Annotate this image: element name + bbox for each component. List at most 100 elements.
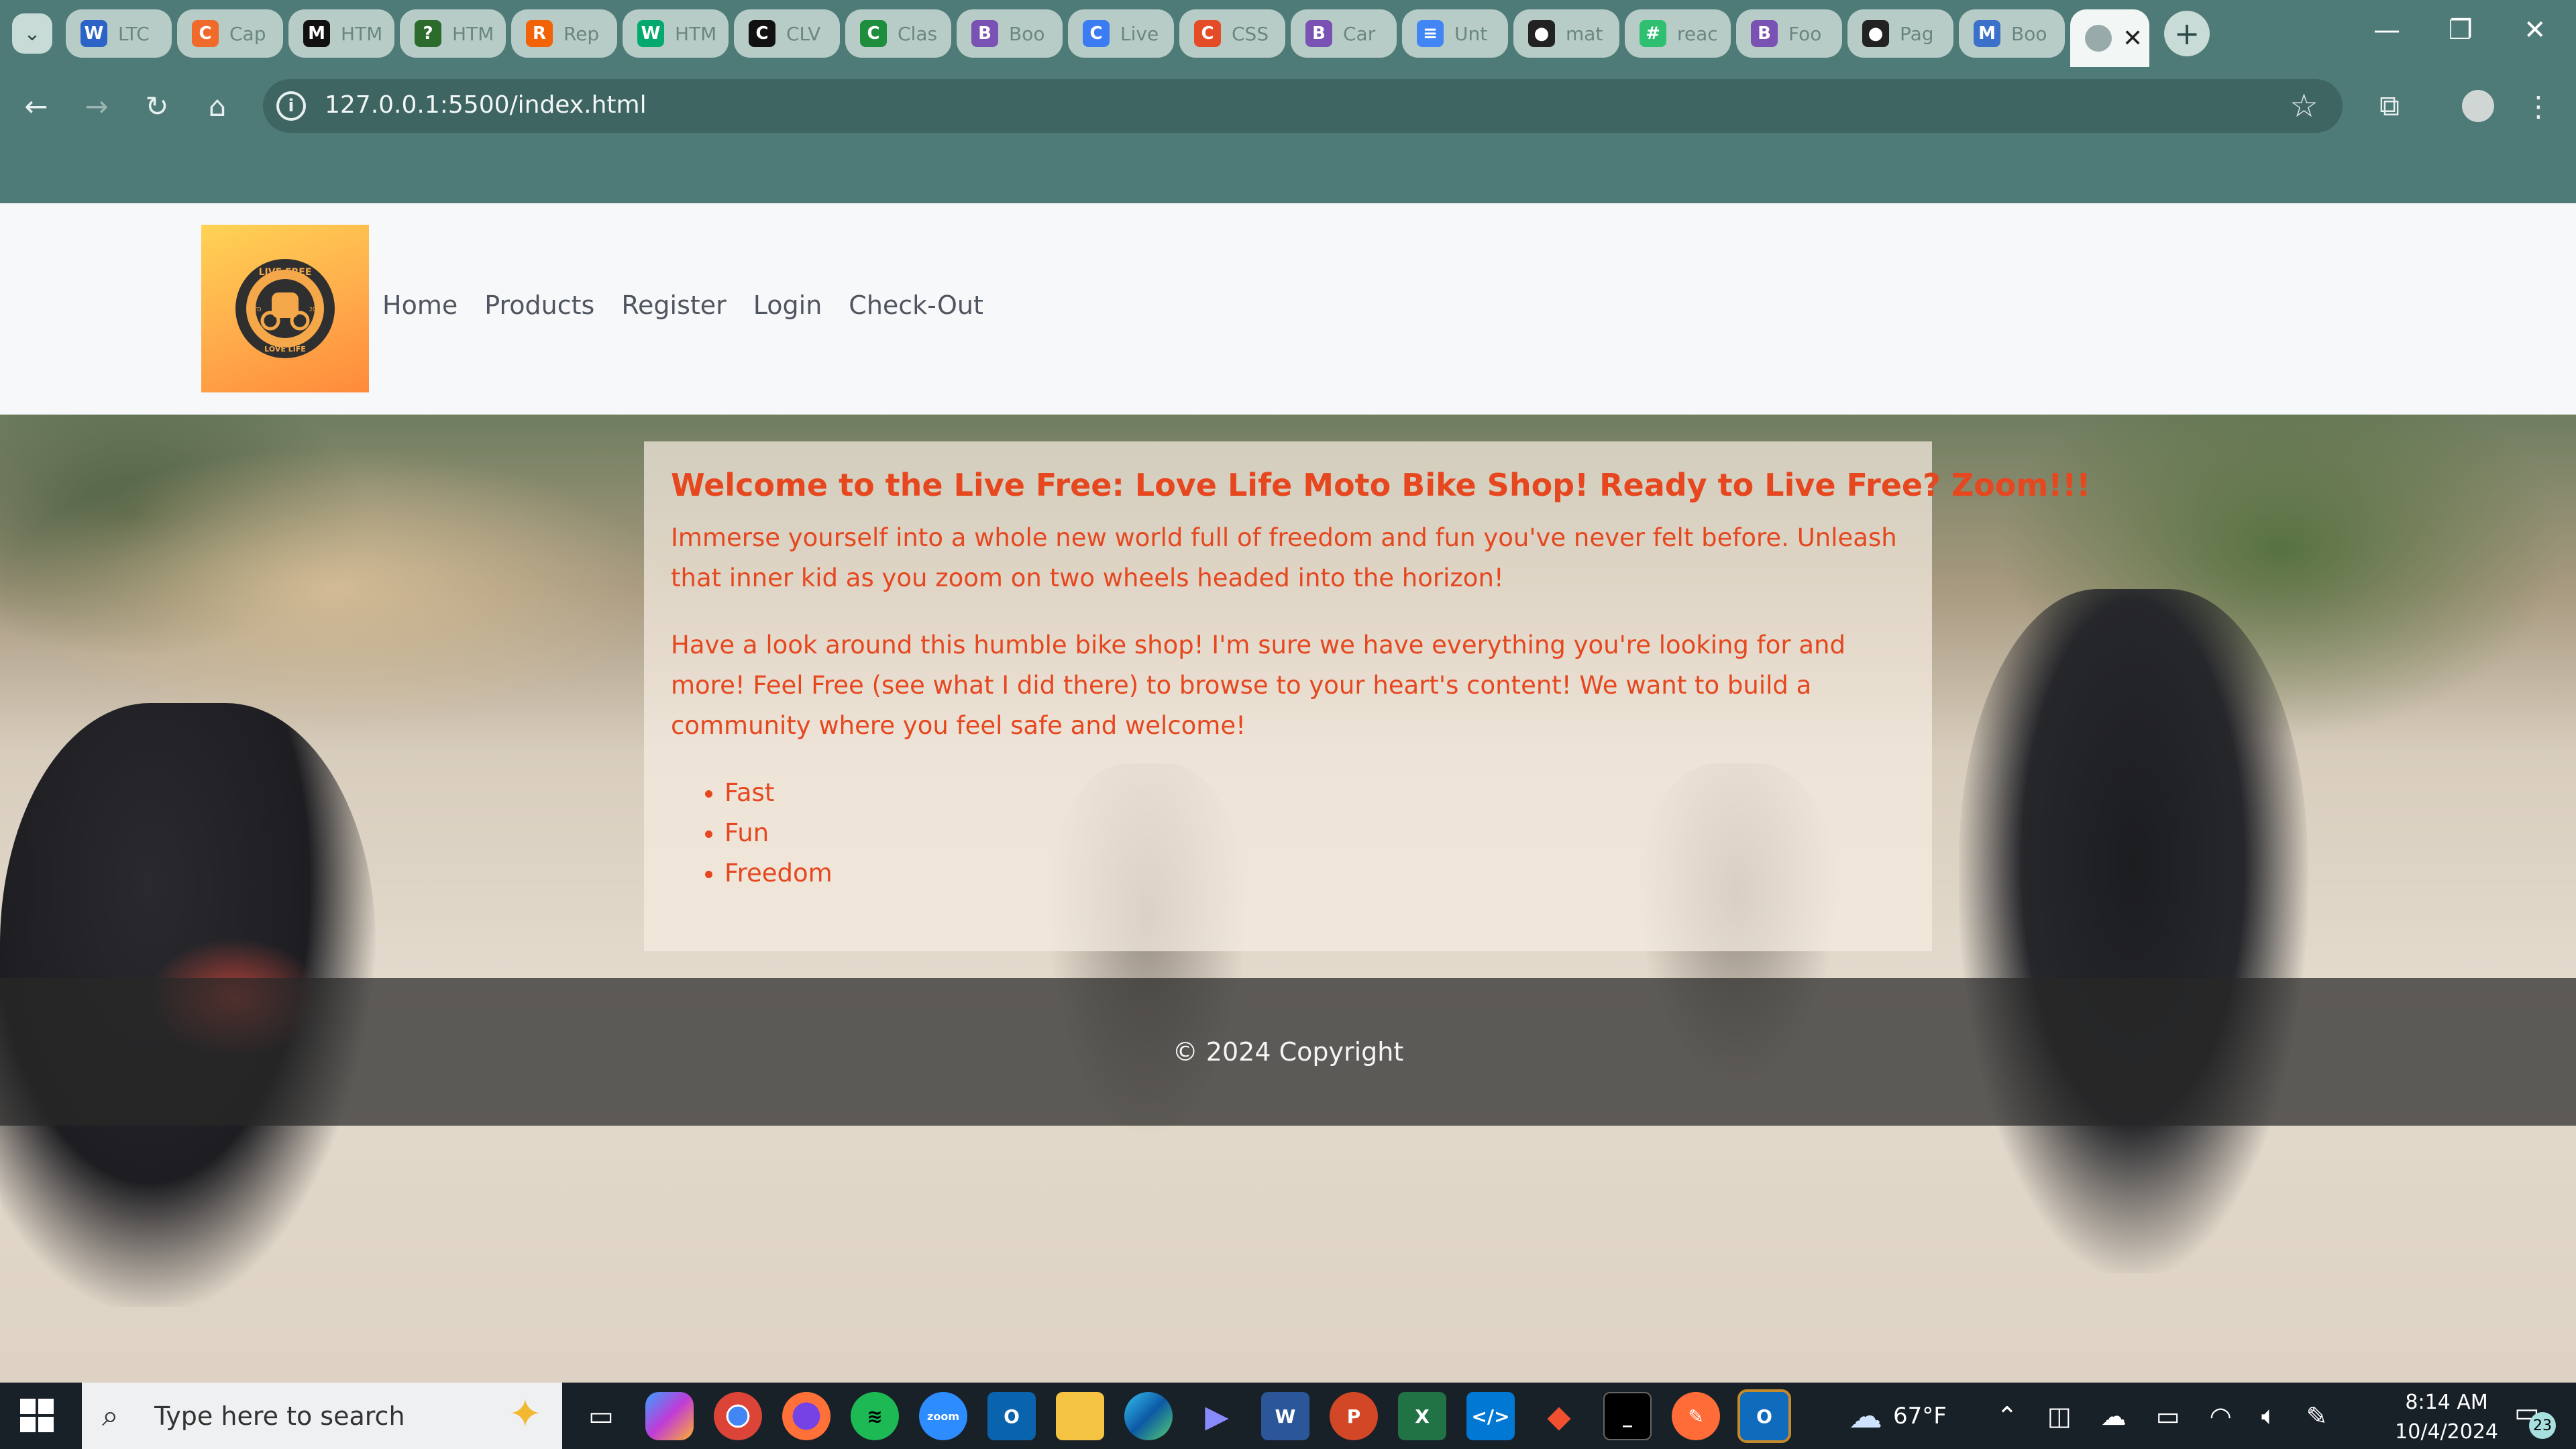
file-explorer-icon[interactable]	[1056, 1392, 1104, 1440]
welcome-card: Welcome to the Live Free: Love Life Moto…	[644, 441, 2090, 951]
media-player-icon[interactable]: ▶	[1193, 1392, 1241, 1440]
copilot-sparkle-icon[interactable]: ✦	[508, 1391, 542, 1438]
windows-start-icon[interactable]	[20, 1399, 54, 1432]
browser-tab[interactable]: ● mat	[1513, 9, 1619, 58]
address-url[interactable]: 127.0.0.1:5500/index.html	[325, 91, 647, 119]
tab-search-button[interactable]: ⌄	[12, 13, 52, 54]
browser-tab[interactable]: W LTC	[66, 9, 172, 58]
profile-avatar[interactable]	[2459, 87, 2497, 125]
postman-icon[interactable]: ✎	[1672, 1392, 1720, 1440]
browser-tab[interactable]: R Rep	[511, 9, 617, 58]
nav-checkout-link[interactable]: Check-Out	[849, 290, 983, 320]
home-button[interactable]: ⌂	[199, 87, 236, 125]
close-tab-icon[interactable]: ✕	[2123, 25, 2143, 52]
notification-center-icon[interactable]: ▭ 23	[2514, 1397, 2556, 1439]
w3schools-icon: W	[637, 20, 664, 47]
address-bar[interactable]: i 127.0.0.1:5500/index.html ☆	[263, 79, 2343, 133]
restore-icon[interactable]: ❐	[2449, 15, 2473, 46]
browser-tab[interactable]: B Boo	[957, 9, 1063, 58]
forward-button[interactable]: →	[78, 87, 115, 125]
word-icon[interactable]: W	[1261, 1392, 1309, 1440]
browser-tab[interactable]: C Clas	[845, 9, 951, 58]
nav-products-link[interactable]: Products	[484, 290, 594, 320]
outlook-icon[interactable]: O	[987, 1392, 1036, 1440]
close-window-icon[interactable]: ✕	[2524, 15, 2546, 46]
copyright-text: © 2024 Copyright	[1172, 1037, 1404, 1067]
browser-tab[interactable]: # reac	[1625, 9, 1731, 58]
list-item: Fast	[724, 773, 1905, 813]
replit-icon: R	[526, 20, 553, 47]
tab-label: mat	[1566, 22, 1603, 45]
web-page: LIVE FREE LOVE LIFE ESTD 2024 Home Produ…	[0, 203, 2576, 1383]
taskbar-search-box[interactable]: ⌕ Type here to search ✦	[82, 1383, 562, 1449]
browser-tab[interactable]: M HTM	[288, 9, 394, 58]
onedrive-icon[interactable]: ☁	[2101, 1401, 2127, 1431]
task-view-icon[interactable]: ▭	[577, 1392, 625, 1440]
browser-chrome: ⌄ W LTC C Cap M HTM? HTM R Rep W HTM C CLV C Clas B Boo C…	[0, 0, 2576, 203]
tab-label: Car	[1343, 22, 1376, 45]
browser-tab[interactable]: W HTM	[623, 9, 729, 58]
list-item: Fun	[724, 813, 1905, 853]
powerpoint-icon[interactable]: P	[1330, 1392, 1378, 1440]
edge-icon[interactable]	[1124, 1392, 1173, 1440]
classroom-icon: C	[860, 20, 887, 47]
new-tab-button[interactable]: +	[2164, 11, 2210, 56]
nav-register-link[interactable]: Register	[621, 290, 726, 320]
reload-button[interactable]: ↻	[138, 87, 176, 125]
excel-icon[interactable]: X	[1398, 1392, 1446, 1440]
terminal-icon[interactable]: _	[1603, 1392, 1652, 1440]
tab-label: Rep	[564, 22, 600, 45]
tab-label: Live	[1120, 22, 1159, 45]
browser-tab[interactable]: B Car	[1291, 9, 1397, 58]
copilot-icon[interactable]	[645, 1392, 694, 1440]
volume-icon[interactable]: 🔈︎	[2261, 1401, 2277, 1431]
nav-login-link[interactable]: Login	[753, 290, 822, 320]
extensions-icon[interactable]: ⧉	[2371, 87, 2408, 125]
back-button[interactable]: ←	[17, 87, 55, 125]
chevron-up-icon[interactable]: ⌃	[1996, 1401, 2018, 1431]
chevron-down-icon: ⌄	[23, 21, 41, 46]
cloud-icon: ☁	[1849, 1396, 1882, 1436]
site-logo[interactable]: LIVE FREE LOVE LIFE ESTD 2024	[201, 225, 369, 392]
wifi-icon[interactable]: ◠	[2210, 1401, 2232, 1431]
browser-tab[interactable]: C CLV	[734, 9, 840, 58]
battery-icon[interactable]: ▭	[2156, 1401, 2180, 1431]
browser-tab[interactable]: M Boo	[1959, 9, 2065, 58]
question-icon: ?	[415, 20, 441, 47]
windows-taskbar: ⌕ Type here to search ✦ ▭ ≋ zoom O ▶ W P…	[0, 1383, 2576, 1449]
menu-icon[interactable]: ⋮	[2520, 87, 2557, 125]
docs-icon: ≡	[1417, 20, 1444, 47]
word-icon: W	[80, 20, 107, 47]
weather-widget[interactable]: ☁ 67°F	[1849, 1383, 1947, 1449]
spotify-icon[interactable]: ≋	[851, 1392, 899, 1440]
outlook-new-icon[interactable]: O	[1737, 1389, 1791, 1443]
browser-tab[interactable]: B Foo	[1736, 9, 1842, 58]
browser-tab[interactable]: ● Pag	[1847, 9, 1953, 58]
minimize-icon[interactable]: —	[2373, 15, 2400, 46]
pen-icon[interactable]: ✎	[2306, 1401, 2328, 1431]
firefox-icon[interactable]	[782, 1392, 830, 1440]
git-icon[interactable]: ◆	[1535, 1392, 1583, 1440]
canva-icon: C	[1083, 20, 1110, 47]
site-info-icon[interactable]: i	[276, 91, 306, 121]
browser-tab[interactable]: ? HTM	[400, 9, 506, 58]
tab-label: Foo	[1788, 22, 1822, 45]
browser-tab[interactable]: C Cap	[177, 9, 283, 58]
taskbar-clock[interactable]: 8:14 AM 10/4/2024	[2395, 1388, 2498, 1447]
browser-tab[interactable]: ≡ Unt	[1402, 9, 1508, 58]
nav-home-link[interactable]: Home	[382, 290, 458, 320]
active-browser-tab[interactable]: ✕	[2070, 9, 2149, 67]
pinned-apps: ▭ ≋ zoom O ▶ W P X </> ◆ _ ✎ O	[577, 1389, 1791, 1443]
clv-icon: C	[749, 20, 775, 47]
search-icon: ⌕	[102, 1399, 119, 1433]
css-icon: C	[1194, 20, 1221, 47]
intro-paragraph: Immerse yourself into a whole new world …	[671, 523, 1897, 592]
browser-tab[interactable]: C CSS	[1179, 9, 1285, 58]
chrome-icon[interactable]	[714, 1392, 762, 1440]
bookmark-star-icon[interactable]: ☆	[2290, 87, 2318, 125]
meet-now-icon[interactable]: ◫	[2047, 1401, 2072, 1431]
vscode-icon[interactable]: </>	[1466, 1392, 1515, 1440]
search-placeholder[interactable]: Type here to search	[154, 1401, 405, 1431]
zoom-icon[interactable]: zoom	[919, 1392, 967, 1440]
browser-tab[interactable]: C Live	[1068, 9, 1174, 58]
